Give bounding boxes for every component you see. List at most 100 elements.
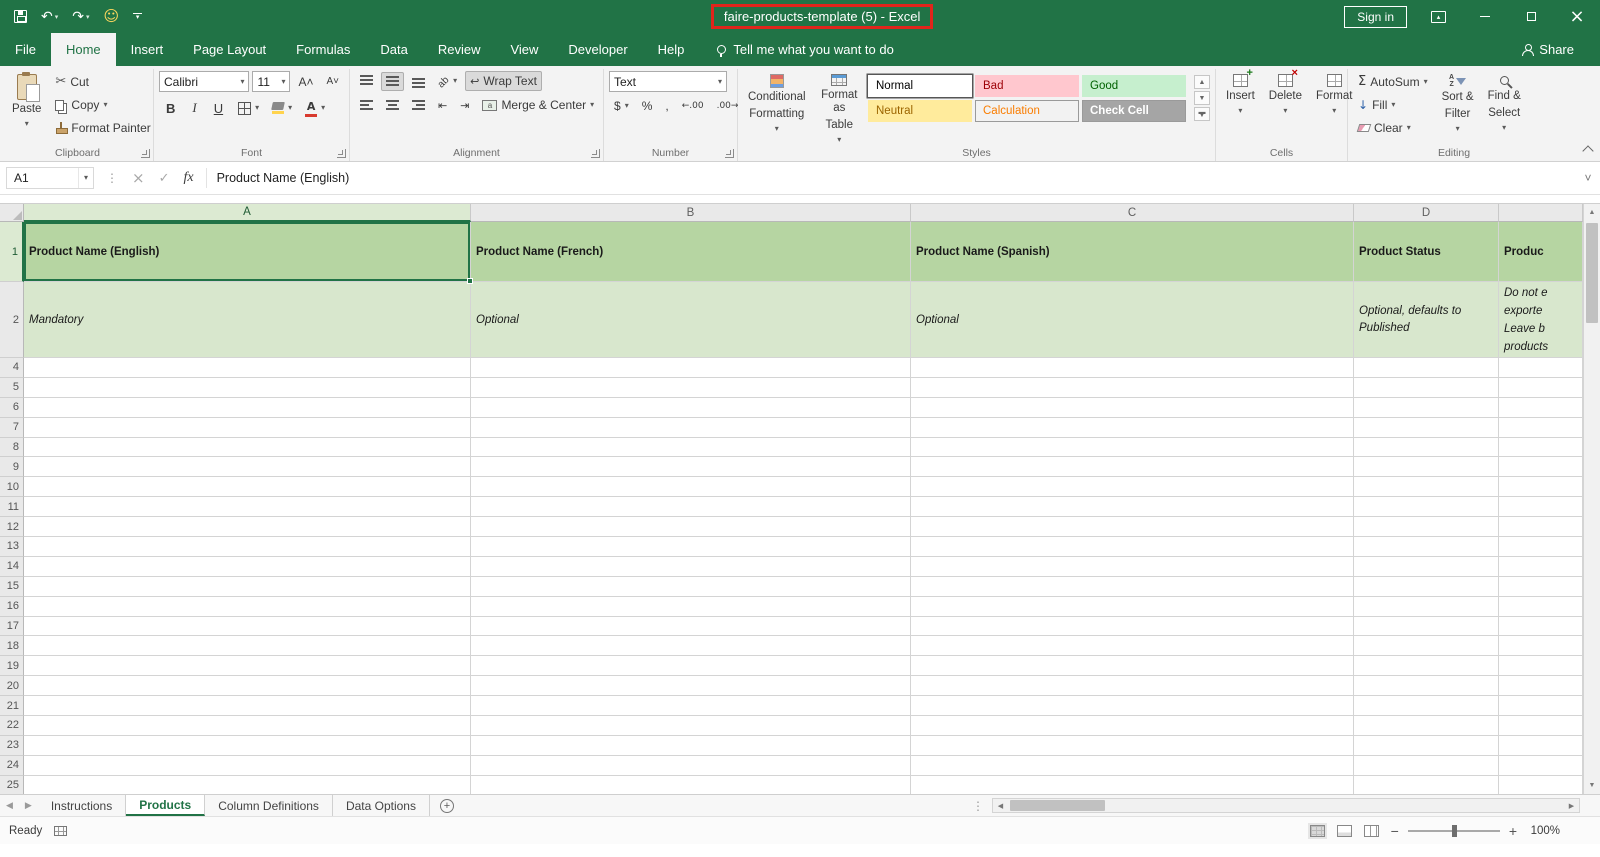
scroll-right-icon[interactable]: ▶	[1564, 799, 1579, 812]
empty-cell[interactable]	[471, 656, 911, 677]
restore-button[interactable]	[1508, 0, 1554, 33]
undo-button[interactable]: ▾	[41, 10, 59, 24]
cell-a2[interactable]: Mandatory	[24, 282, 471, 358]
align-left-button[interactable]	[355, 97, 378, 113]
cell-style-chip[interactable]: Good	[1082, 75, 1186, 97]
cell-d1[interactable]: Product Status	[1354, 222, 1499, 282]
sort-filter-button[interactable]: AZ Sort & Filter ▾	[1437, 71, 1479, 145]
empty-cell[interactable]	[24, 755, 471, 776]
redo-dropdown-icon[interactable]: ▾	[86, 13, 90, 21]
row-number[interactable]: 12	[0, 517, 24, 538]
empty-cell[interactable]	[471, 735, 911, 756]
empty-cell[interactable]	[1354, 457, 1499, 478]
empty-cell[interactable]	[24, 397, 471, 418]
empty-cell[interactable]	[1499, 616, 1583, 637]
vertical-scroll-track[interactable]	[1584, 221, 1600, 777]
empty-cell[interactable]	[911, 477, 1354, 498]
empty-cell[interactable]	[24, 636, 471, 657]
empty-cell[interactable]	[1499, 755, 1583, 776]
column-header-c[interactable]: C	[911, 204, 1354, 222]
horizontal-scroll-thumb[interactable]	[1010, 800, 1105, 811]
format-painter-button[interactable]: Format Painter	[50, 118, 155, 138]
row-number[interactable]: 4	[0, 358, 24, 378]
empty-cell[interactable]	[1354, 417, 1499, 438]
empty-cell[interactable]	[24, 716, 471, 736]
column-header-d[interactable]: D	[1354, 204, 1499, 222]
accounting-format-button[interactable]: $ ▾	[609, 96, 634, 116]
borders-button[interactable]: ▾	[233, 99, 264, 118]
top-align-button[interactable]	[355, 72, 378, 91]
empty-cell[interactable]	[1354, 696, 1499, 717]
sign-in-button[interactable]: Sign in	[1344, 5, 1407, 28]
row-number[interactable]: 18	[0, 636, 24, 657]
feedback-smiley-icon[interactable]	[104, 9, 120, 24]
empty-cell[interactable]	[1354, 437, 1499, 458]
clear-dropdown-icon[interactable]: ▾	[1407, 124, 1411, 132]
empty-cell[interactable]	[24, 537, 471, 557]
empty-cell[interactable]	[24, 735, 471, 756]
font-color-dropdown-icon[interactable]: ▾	[321, 104, 325, 112]
wrap-text-button[interactable]: Wrap Text	[465, 71, 542, 91]
empty-cell[interactable]	[24, 676, 471, 697]
format-as-table-button[interactable]: Format as Table ▾	[815, 71, 864, 145]
fill-color-dropdown-icon[interactable]: ▾	[288, 104, 292, 112]
empty-cell[interactable]	[1354, 716, 1499, 736]
sheet-nav-right-icon[interactable]: ▶	[19, 795, 38, 816]
empty-cell[interactable]	[911, 576, 1354, 597]
select-all-corner[interactable]	[0, 204, 24, 222]
empty-cell[interactable]	[911, 517, 1354, 538]
empty-cell[interactable]	[1499, 477, 1583, 498]
row-number[interactable]: 10	[0, 477, 24, 498]
empty-cell[interactable]	[471, 755, 911, 776]
cell-style-chip[interactable]: Normal	[868, 75, 972, 97]
empty-cell[interactable]	[471, 377, 911, 398]
font-size-dropdown-icon[interactable]: ▾	[281, 77, 285, 86]
cell-style-chip[interactable]: Check Cell	[1082, 100, 1186, 122]
empty-cell[interactable]	[24, 696, 471, 717]
cell-style-chip[interactable]: Bad	[975, 75, 1079, 97]
empty-cell[interactable]	[911, 537, 1354, 557]
empty-cell[interactable]	[471, 676, 911, 697]
empty-cell[interactable]	[1354, 377, 1499, 398]
empty-cell[interactable]	[1354, 576, 1499, 597]
merge-center-dropdown-icon[interactable]: ▾	[590, 101, 594, 109]
scroll-up-icon[interactable]: ▲	[1584, 204, 1600, 221]
empty-cell[interactable]	[471, 716, 911, 736]
row-number[interactable]: 6	[0, 397, 24, 418]
find-select-button[interactable]: Find & Select ▾	[1483, 71, 1526, 145]
font-dialog-launcher-icon[interactable]	[337, 149, 346, 158]
tab-help[interactable]: Help	[643, 33, 700, 66]
number-format-combobox[interactable]: Text ▾	[609, 71, 727, 92]
fill-color-button[interactable]: ▾	[267, 99, 297, 117]
empty-cell[interactable]	[911, 676, 1354, 697]
cell-b2[interactable]: Optional	[471, 282, 911, 358]
row-number[interactable]: 21	[0, 696, 24, 717]
empty-cell[interactable]	[1499, 358, 1583, 378]
sort-filter-dropdown-icon[interactable]: ▾	[1456, 124, 1460, 133]
cell-e2[interactable]: Do not e exporte Leave b products	[1499, 282, 1583, 358]
delete-dropdown-icon[interactable]: ▾	[1283, 106, 1287, 115]
bold-button[interactable]: B	[159, 98, 182, 119]
enter-icon[interactable]	[159, 171, 170, 186]
empty-cell[interactable]	[24, 576, 471, 597]
cell-b1[interactable]: Product Name (French)	[471, 222, 911, 282]
empty-cell[interactable]	[1354, 596, 1499, 617]
page-break-view-icon[interactable]	[1363, 824, 1379, 837]
empty-cell[interactable]	[1499, 656, 1583, 677]
empty-cell[interactable]	[1499, 397, 1583, 418]
autosum-dropdown-icon[interactable]: ▾	[1424, 77, 1428, 86]
empty-cell[interactable]	[911, 616, 1354, 637]
tab-view[interactable]: View	[495, 33, 553, 66]
empty-cell[interactable]	[1354, 636, 1499, 657]
macro-record-icon[interactable]	[54, 825, 68, 836]
empty-cell[interactable]	[911, 556, 1354, 577]
empty-cell[interactable]	[24, 616, 471, 637]
zoom-level[interactable]: 100%	[1526, 825, 1560, 837]
empty-cell[interactable]	[1499, 676, 1583, 697]
font-name-dropdown-icon[interactable]: ▾	[240, 77, 244, 86]
cell-style-chip[interactable]: Neutral	[868, 100, 972, 122]
insert-dropdown-icon[interactable]: ▾	[1238, 106, 1242, 115]
accounting-dropdown-icon[interactable]: ▾	[625, 102, 629, 110]
empty-cell[interactable]	[24, 497, 471, 518]
tab-review[interactable]: Review	[423, 33, 496, 66]
